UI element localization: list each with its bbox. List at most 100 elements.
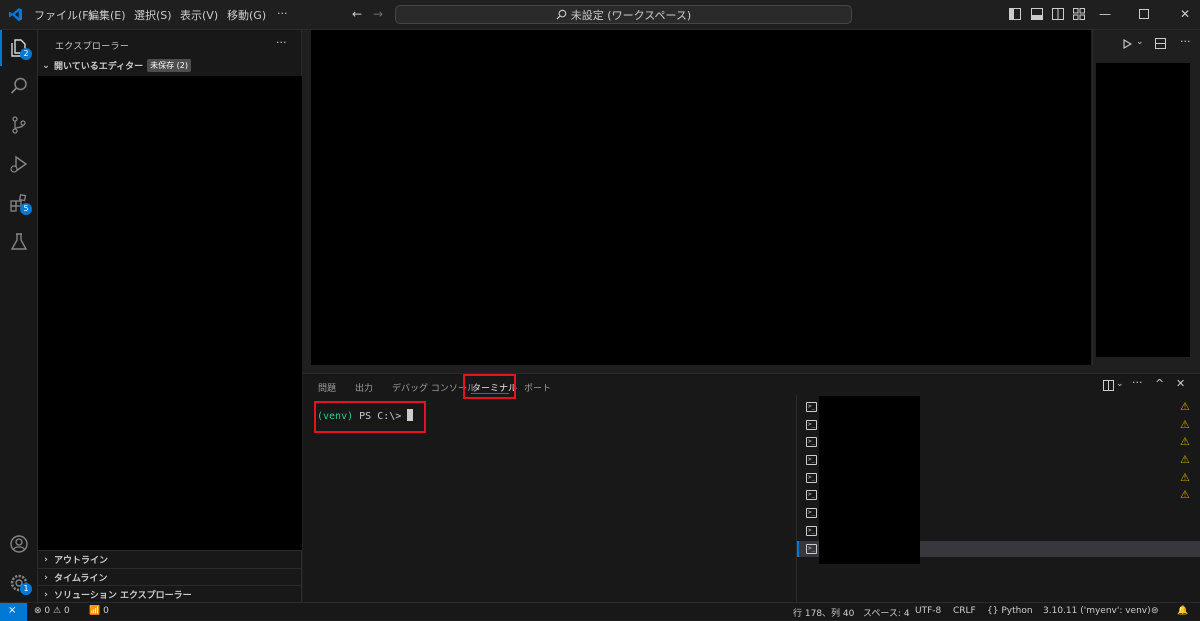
vscode-logo-icon — [8, 7, 23, 22]
encoding-status[interactable]: UTF-8 — [915, 606, 941, 616]
account-icon — [10, 535, 28, 553]
search-icon — [556, 9, 567, 20]
braces-icon: {} — [987, 606, 999, 616]
menu-selection[interactable]: 選択(S) — [134, 7, 172, 23]
outline-section[interactable]: › アウトライン — [38, 550, 302, 568]
terminal-dropdown-chevron-icon[interactable]: ⌄ — [1116, 379, 1124, 389]
sidebar-title: エクスプローラー — [55, 42, 130, 52]
outline-label: アウトライン — [54, 556, 109, 566]
split-editor-icon[interactable] — [1155, 38, 1166, 49]
broadcast-icon: 📶 — [89, 606, 101, 616]
ports-count: 0 — [103, 606, 109, 616]
terminal-icon[interactable]: >_ — [806, 437, 817, 447]
run-debug-button[interactable] — [0, 146, 38, 182]
warning-icon: ⚠ — [1180, 418, 1190, 431]
extensions-badge: 5 — [20, 203, 32, 215]
forward-arrow-icon[interactable]: → — [370, 6, 386, 22]
search-icon — [10, 77, 27, 94]
search-text: 未設定 (ワークスペース) — [570, 8, 692, 22]
chevron-down-icon: ⌄ — [42, 60, 50, 71]
terminal-icon[interactable]: >_ — [806, 544, 817, 554]
side-editor-content[interactable] — [1096, 63, 1190, 357]
extensions-button[interactable]: 5 — [0, 185, 38, 221]
status-bar: ⨯ ⊗ 0 ⚠ 0 📶 0 行 178、列 40 スペース: 4 UTF-8 C… — [0, 602, 1200, 621]
panel-more-button[interactable]: ··· — [1132, 376, 1143, 389]
copilot-icon[interactable]: ⊜ — [1151, 606, 1159, 616]
close-panel-icon[interactable]: ✕ — [1176, 377, 1185, 390]
language-status[interactable]: {} Python — [987, 606, 1033, 616]
remote-indicator[interactable]: ⨯ — [0, 603, 27, 621]
open-editors-list — [38, 76, 302, 550]
terminal-icon[interactable]: >_ — [806, 526, 817, 536]
activity-bar: 2 5 1 — [0, 30, 38, 602]
terminal-list-names — [819, 396, 920, 564]
ports-status[interactable]: 📶 0 — [89, 606, 109, 616]
source-control-button[interactable] — [0, 107, 38, 143]
open-editors-label: 開いているエディター — [54, 62, 144, 72]
run-dropdown-chevron-icon[interactable]: ⌄ — [1136, 37, 1144, 47]
menu-go[interactable]: 移動(G) — [227, 7, 266, 23]
command-center-search[interactable]: 未設定 (ワークスペース) — [395, 5, 852, 24]
manage-button[interactable]: 1 — [0, 565, 38, 601]
chevron-right-icon: › — [44, 554, 48, 565]
highlight-terminal-tab — [463, 374, 516, 399]
sidebar-more-button[interactable]: ··· — [276, 36, 287, 49]
warning-count: 0 — [63, 606, 70, 616]
split-terminal-icon[interactable] — [1103, 380, 1114, 391]
timeline-section[interactable]: › タイムライン — [38, 568, 302, 586]
close-window-icon[interactable]: ✕ — [1177, 6, 1193, 22]
menu-file[interactable]: ファイル(F) — [34, 7, 93, 23]
bottom-panel: 問題 出力 デバッグ コンソール ターミナル ポート ⌄ ··· ^ ✕ — [303, 373, 1200, 603]
chevron-right-icon: › — [44, 589, 48, 600]
run-file-icon[interactable] — [1122, 39, 1132, 49]
toggle-secondary-sidebar-icon[interactable] — [1052, 8, 1064, 20]
search-view-button[interactable] — [0, 68, 38, 104]
editor-area: ⌄ ··· — [303, 30, 1200, 372]
accounts-button[interactable] — [0, 526, 38, 562]
interpreter-status[interactable]: 3.10.11 ('myenv': venv) — [1043, 606, 1151, 616]
cursor-position[interactable]: 行 178、列 40 — [793, 606, 854, 619]
terminal-icon[interactable]: >_ — [806, 473, 817, 483]
chevron-right-icon: › — [44, 572, 48, 583]
open-editors-section[interactable]: ⌄ 開いているエディター 未保存 (2) — [38, 57, 302, 74]
tab-output[interactable]: 出力 — [355, 381, 373, 394]
error-icon: ⊗ — [34, 606, 42, 616]
minimize-icon[interactable]: — — [1097, 6, 1113, 22]
toggle-panel-icon[interactable] — [1031, 8, 1043, 20]
title-bar: ファイル(F) 編集(E) 選択(S) 表示(V) 移動(G) ··· ← → … — [0, 0, 1200, 30]
menu-view[interactable]: 表示(V) — [180, 7, 218, 23]
run-debug-icon — [10, 155, 28, 173]
error-count: 0 — [44, 606, 51, 616]
tab-ports[interactable]: ポート — [524, 381, 551, 394]
back-arrow-icon[interactable]: ← — [349, 6, 365, 22]
menu-edit[interactable]: 編集(E) — [88, 7, 126, 23]
terminal-icon[interactable]: >_ — [806, 455, 817, 465]
explorer-button[interactable]: 2 — [0, 30, 38, 66]
notifications-bell-icon[interactable]: 🔔 — [1177, 606, 1188, 616]
remote-icon: ⨯ — [8, 605, 17, 616]
terminal-icon[interactable]: >_ — [806, 420, 817, 430]
menu-more[interactable]: ··· — [277, 7, 288, 20]
editor-more-button[interactable]: ··· — [1180, 35, 1191, 48]
customize-layout-icon[interactable] — [1073, 8, 1085, 20]
testing-button[interactable] — [0, 224, 38, 260]
solution-explorer-label: ソリューション エクスプローラー — [54, 591, 192, 601]
solution-explorer-section[interactable]: › ソリューション エクスプローラー — [38, 585, 302, 603]
terminal-icon[interactable]: >_ — [806, 508, 817, 518]
eol-status[interactable]: CRLF — [953, 606, 976, 616]
editor-divider — [1092, 30, 1093, 365]
source-control-icon — [12, 116, 26, 134]
terminal-list-divider — [796, 395, 797, 603]
terminal-icon[interactable]: >_ — [806, 490, 817, 500]
explorer-badge: 2 — [20, 48, 32, 60]
errors-status[interactable]: ⊗ 0 ⚠ 0 — [34, 606, 70, 616]
maximize-panel-icon[interactable]: ^ — [1155, 377, 1164, 390]
tab-problems[interactable]: 問題 — [318, 381, 336, 394]
toggle-primary-sidebar-icon[interactable] — [1009, 8, 1021, 20]
indentation-status[interactable]: スペース: 4 — [863, 606, 910, 619]
terminal-icon[interactable]: >_ — [806, 402, 817, 412]
editor-content[interactable] — [311, 30, 1091, 365]
highlight-terminal-prompt — [314, 401, 426, 433]
warning-status-icon: ⚠ — [53, 606, 62, 616]
maximize-icon[interactable] — [1139, 9, 1149, 19]
